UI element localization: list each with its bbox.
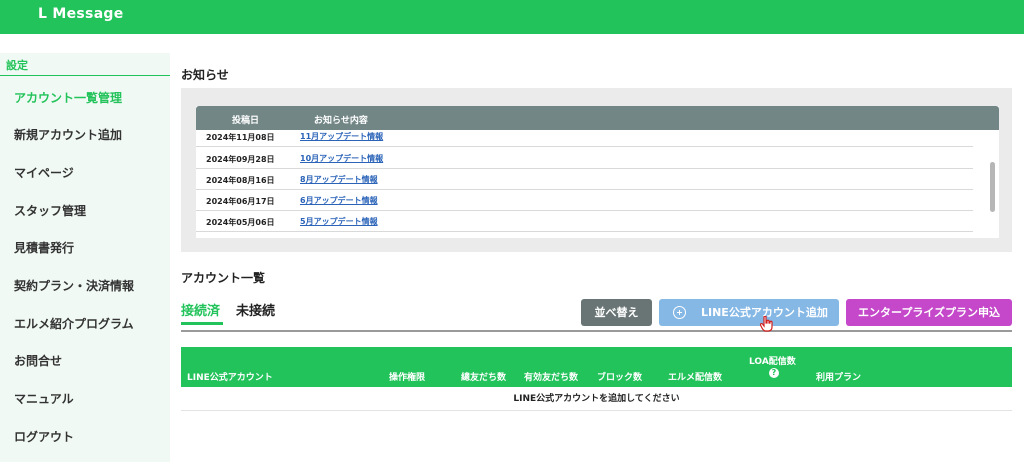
top-bar: L Message xyxy=(0,0,1024,34)
news-table[interactable]: 投稿日 お知らせ内容 2024年11月08日 11月アップデート情報 2024年… xyxy=(196,106,999,238)
sidebar-item-plan-billing[interactable]: 契約プラン・決済情報 xyxy=(14,277,134,294)
hand-pointer-icon xyxy=(760,316,773,332)
news-row: 2024年09月28日 10月アップデート情報 xyxy=(196,148,973,169)
news-date: 2024年08月16日 xyxy=(206,176,275,185)
news-link[interactable]: 6月アップデート情報 xyxy=(300,195,378,206)
account-table-header: LINE公式アカウント 操作権限 總友だち数 有効友だち数 ブロック数 エルメ配… xyxy=(181,347,1012,387)
plus-circle-icon xyxy=(673,306,686,319)
news-link[interactable]: 8月アップデート情報 xyxy=(300,174,378,185)
sidebar-divider xyxy=(0,75,170,76)
news-date: 2024年06月17日 xyxy=(206,197,275,206)
news-panel: 投稿日 お知らせ内容 2024年11月08日 11月アップデート情報 2024年… xyxy=(181,88,1012,252)
column-valid-friends: 有効友だち数 xyxy=(524,373,579,383)
sidebar-item-contact[interactable]: お問合せ xyxy=(14,352,62,369)
sidebar-item-referral[interactable]: エルメ紹介プログラム xyxy=(14,315,134,332)
enterprise-plan-button[interactable]: エンタープライズプラン申込 xyxy=(846,299,1012,326)
news-link[interactable]: 10月アップデート情報 xyxy=(300,153,383,164)
help-icon[interactable]: ? xyxy=(769,368,779,378)
sidebar-item-mypage[interactable]: マイページ xyxy=(14,164,74,181)
news-date: 2024年09月28日 xyxy=(206,155,275,164)
column-blocks: ブロック数 xyxy=(597,373,643,383)
sidebar-item-logout[interactable]: ログアウト xyxy=(14,428,74,445)
news-scrollbar[interactable] xyxy=(990,162,995,212)
sidebar-item-add-account[interactable]: 新規アカウント追加 xyxy=(14,126,122,143)
sidebar-item-account-list[interactable]: アカウント一覧管理 xyxy=(14,89,122,106)
news-row: 2024年06月17日 6月アップデート情報 xyxy=(196,190,973,211)
news-link[interactable]: 5月アップデート情報 xyxy=(300,216,378,227)
news-row: 2024年11月08日 11月アップデート情報 xyxy=(196,130,973,147)
add-line-account-button[interactable]: LINE公式アカウント追加 xyxy=(659,299,839,326)
tab-divider xyxy=(181,330,1012,332)
sidebar-item-staff[interactable]: スタッフ管理 xyxy=(14,202,86,219)
sidebar: 設定 アカウント一覧管理 新規アカウント追加 マイページ スタッフ管理 見積書発… xyxy=(0,53,170,462)
news-column-date: 投稿日 xyxy=(232,116,260,126)
accounts-title: アカウント一覧 xyxy=(181,271,266,285)
news-date: 2024年11月08日 xyxy=(206,133,275,142)
tab-active-indicator xyxy=(181,322,223,325)
account-empty-message: LINE公式アカウントを追加してください xyxy=(181,387,1012,411)
sidebar-item-manual[interactable]: マニュアル xyxy=(14,390,74,407)
column-line-account: LINE公式アカウント xyxy=(187,373,273,383)
tab-connected[interactable]: 接続済 xyxy=(181,300,220,319)
news-title: お知らせ xyxy=(181,68,229,82)
sort-button[interactable]: 並べ替え xyxy=(581,299,652,326)
column-permission: 操作権限 xyxy=(389,373,426,383)
tab-disconnected[interactable]: 未接続 xyxy=(236,300,275,319)
column-loa-deliveries: LOA配信数 xyxy=(749,357,796,367)
news-table-header: 投稿日 お知らせ内容 xyxy=(196,106,999,130)
news-date: 2024年05月06日 xyxy=(206,218,275,227)
column-plan: 利用プラン xyxy=(816,373,862,383)
column-lme-deliveries: エルメ配信数 xyxy=(668,373,723,383)
news-row: 2024年08月16日 8月アップデート情報 xyxy=(196,169,973,190)
news-column-content: お知らせ内容 xyxy=(314,116,368,126)
sidebar-section-title: 設定 xyxy=(6,59,28,72)
news-link[interactable]: 11月アップデート情報 xyxy=(300,131,383,142)
sidebar-item-quote[interactable]: 見積書発行 xyxy=(14,239,74,256)
news-row: 2024年05月06日 5月アップデート情報 xyxy=(196,211,973,232)
app-logo[interactable]: L Message xyxy=(38,6,124,22)
column-total-friends: 總友だち数 xyxy=(461,373,507,383)
